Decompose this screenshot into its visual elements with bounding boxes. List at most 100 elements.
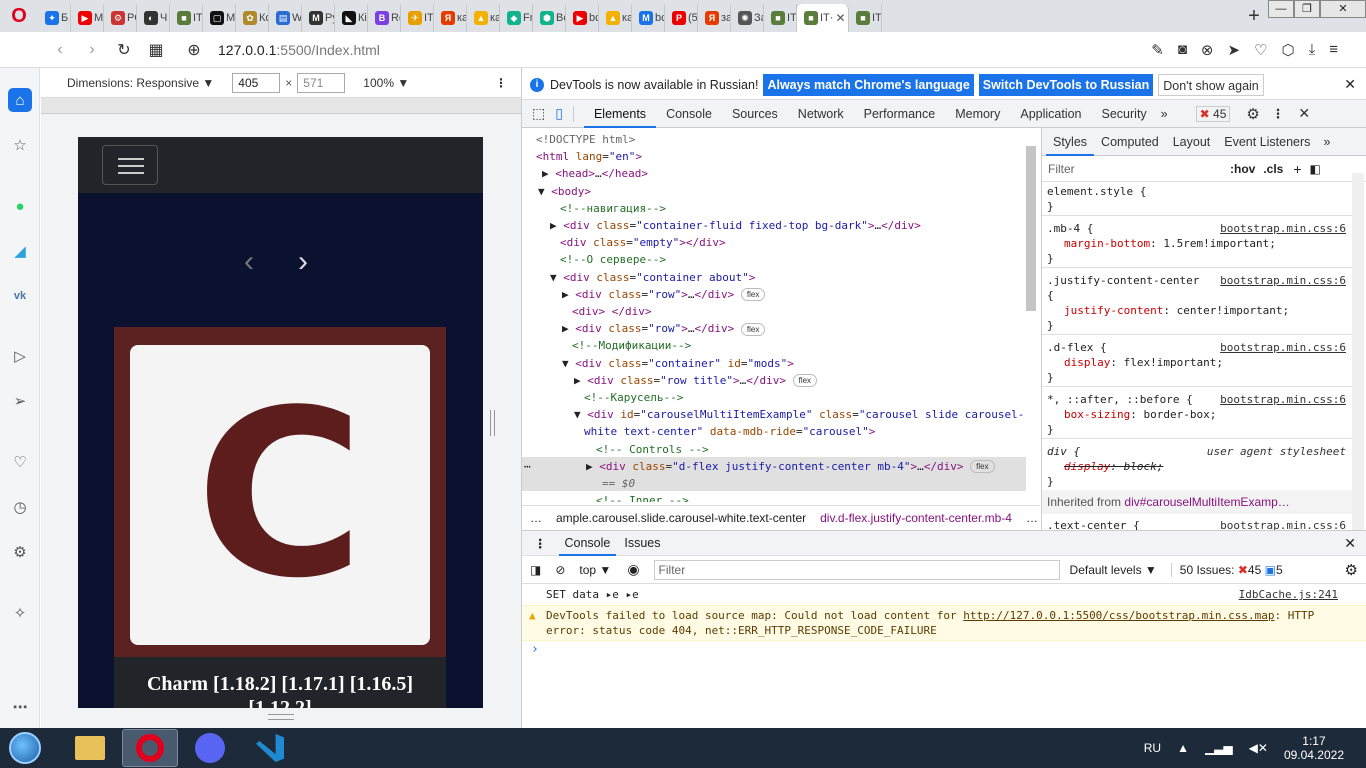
default-levels-select[interactable]: Default levels ▼ [1070,563,1157,577]
lightbulb-icon[interactable]: ✧ [8,601,32,625]
css-selector[interactable]: .d-flex { [1047,340,1107,355]
tray-expand-icon[interactable]: ▲ [1177,741,1189,755]
browser-tab[interactable]: ◆ Fr [500,4,533,32]
new-tab-button[interactable]: + [1240,5,1268,28]
styles-tab-styles[interactable]: Styles [1046,128,1095,156]
edit-icon[interactable]: ✎ [1151,41,1164,59]
browser-tab[interactable]: ⚙РС [104,4,137,32]
browser-tab[interactable]: ◐ Ч [137,4,170,32]
css-declaration[interactable]: box-sizing: border-box; [1064,407,1216,422]
dom-node-line[interactable]: <!--навигация--> [560,201,666,217]
eye-icon[interactable]: ◉ [627,561,639,578]
css-source-link[interactable]: bootstrap.min.css:6 [1220,273,1346,288]
dont-show-button[interactable]: Don't show again [1158,73,1264,96]
language-indicator[interactable]: RU [1144,741,1161,755]
dom-node-line[interactable]: <!-- Controls --> [596,442,709,458]
styles-tab-layout[interactable]: Layout [1166,128,1218,156]
download-icon[interactable]: ⤓ [1309,41,1316,59]
css-declaration[interactable]: justify-content: center!important; [1064,303,1289,318]
tabs-grid-icon[interactable]: ▦ [140,40,172,60]
tab-console[interactable]: Console [558,530,617,556]
tab-performance[interactable]: Performance [854,100,946,128]
browser-tab[interactable]: ▲ка [599,4,632,32]
tab-sources[interactable]: Sources [722,100,788,128]
width-input[interactable]: 405 [232,72,281,93]
inherited-from-link[interactable]: div#carouselMultiItemExamp… [1124,495,1289,509]
log-source-link[interactable]: IdbCache.js:241 [1239,588,1338,601]
styles-tab-computed[interactable]: Computed [1094,128,1166,156]
browser-tab[interactable]: BRe [368,4,401,32]
player-icon[interactable]: ▷ [8,344,32,368]
browser-tab[interactable]: ▲ка [467,4,500,32]
url-field[interactable]: 127.0.0.1:5500/Index.html [218,42,380,58]
browser-tab[interactable]: Mbc [632,4,665,32]
dom-node-line[interactable]: ▶ <div class="row">…</div> flex [562,321,766,337]
navbar-toggler-button[interactable] [102,145,158,185]
console-settings-icon[interactable]: ⚙ [1345,561,1358,579]
breadcrumb-item[interactable]: ample.carousel.slide.carousel-white.text… [556,511,806,525]
send-icon[interactable]: ➢ [8,389,32,413]
browser-tab[interactable]: ■ IT· ✕ [797,4,849,32]
console-filter-input[interactable]: Filter [653,559,1060,580]
home-icon[interactable]: ⌂ [8,88,32,112]
dom-node-line[interactable]: <div> </div> [572,304,652,320]
start-button[interactable] [0,728,50,768]
styles-filter-input[interactable]: Filter [1048,162,1218,176]
maximize-button[interactable]: ❐ [1294,0,1320,18]
css-declaration[interactable]: display: flex!important; [1064,355,1223,370]
dom-node-line[interactable]: ▶ <div class="container-fluid fixed-top … [550,218,921,234]
history-icon[interactable]: ◷ [8,495,32,519]
cls-button[interactable]: .cls [1263,162,1283,176]
browser-tab[interactable]: ▶ М [71,4,104,32]
close-window-button[interactable]: ✕ [1320,0,1366,18]
tab-application[interactable]: Application [1010,100,1091,128]
more-panes-icon[interactable]: » [1323,135,1330,149]
explorer-taskbar-icon[interactable] [62,729,118,767]
tab-security[interactable]: Security [1092,100,1157,128]
star-icon[interactable]: ☆ [8,133,32,157]
back-icon[interactable]: ‹ [44,41,76,59]
clock[interactable]: 1:17 09.04.2022 [1284,734,1344,762]
zoom-select[interactable]: 100% ▼ [363,76,409,90]
resize-handle-bottom[interactable] [268,714,294,720]
settings-gear-icon[interactable]: ⚙ [1246,105,1259,123]
close-drawer-icon[interactable]: ✕ [1344,535,1356,552]
browser-tab[interactable]: ✈ IT [401,4,434,32]
tab-elements[interactable]: Elements [583,100,657,128]
sidebar-toggle-icon[interactable]: ◨ [530,563,541,577]
opera-menu-icon[interactable]: O [0,0,38,32]
resize-handle-right[interactable] [490,410,495,436]
console-prompt[interactable]: › [531,642,539,657]
heart-icon[interactable]: ♡ [8,450,32,474]
dimensions-select[interactable]: Dimensions: Responsive ▼ [67,76,214,90]
carousel-next-icon[interactable]: › [298,245,308,279]
browser-tab[interactable]: ■ IT [764,4,797,32]
carousel-prev-icon[interactable]: ‹ [244,245,254,279]
breadcrumb-item[interactable]: … [1026,511,1038,525]
devtools-menu-icon[interactable]: ⋮ [1272,106,1285,121]
css-source-link[interactable]: bootstrap.min.css:6 [1220,392,1346,407]
browser-tab[interactable]: ◣ Кі [335,4,368,32]
minimize-button[interactable]: — [1268,0,1294,18]
browser-tab[interactable]: ▤ W [269,4,302,32]
more-tabs-icon[interactable]: » [1161,107,1168,121]
tab-issues[interactable]: Issues [624,536,660,550]
browser-tab[interactable]: P (5 [665,4,698,32]
dom-node-line[interactable]: ▶ <div class="d-flex justify-content-cen… [586,459,995,475]
css-selector[interactable]: .text-center { [1047,518,1140,530]
dom-node-line[interactable]: ▶ <div class="row title">…</div> flex [574,373,818,389]
styles-tab-event-listeners[interactable]: Event Listeners [1217,128,1317,156]
css-selector[interactable]: .mb-4 { [1047,221,1093,236]
css-selector[interactable]: div { [1047,444,1080,459]
styles-scrollbar[interactable] [1352,173,1364,530]
toggle-sidebar-icon[interactable]: ◧ [1310,162,1321,176]
menu-icon[interactable]: ≡ [1329,41,1338,59]
browser-tab[interactable]: Яка [434,4,467,32]
dom-node-line[interactable]: <div class="empty"></div> [560,235,726,251]
error-count-badge[interactable]: ✖ 45 [1195,105,1231,122]
browser-tab[interactable]: ▶bc [566,4,599,32]
dom-node-line[interactable]: ▼ <div class="container about"> [550,270,755,286]
clear-console-icon[interactable]: ⊘ [555,563,565,577]
forward-icon[interactable]: › [76,41,108,59]
css-source-link[interactable]: bootstrap.min.css:6 [1220,340,1346,355]
